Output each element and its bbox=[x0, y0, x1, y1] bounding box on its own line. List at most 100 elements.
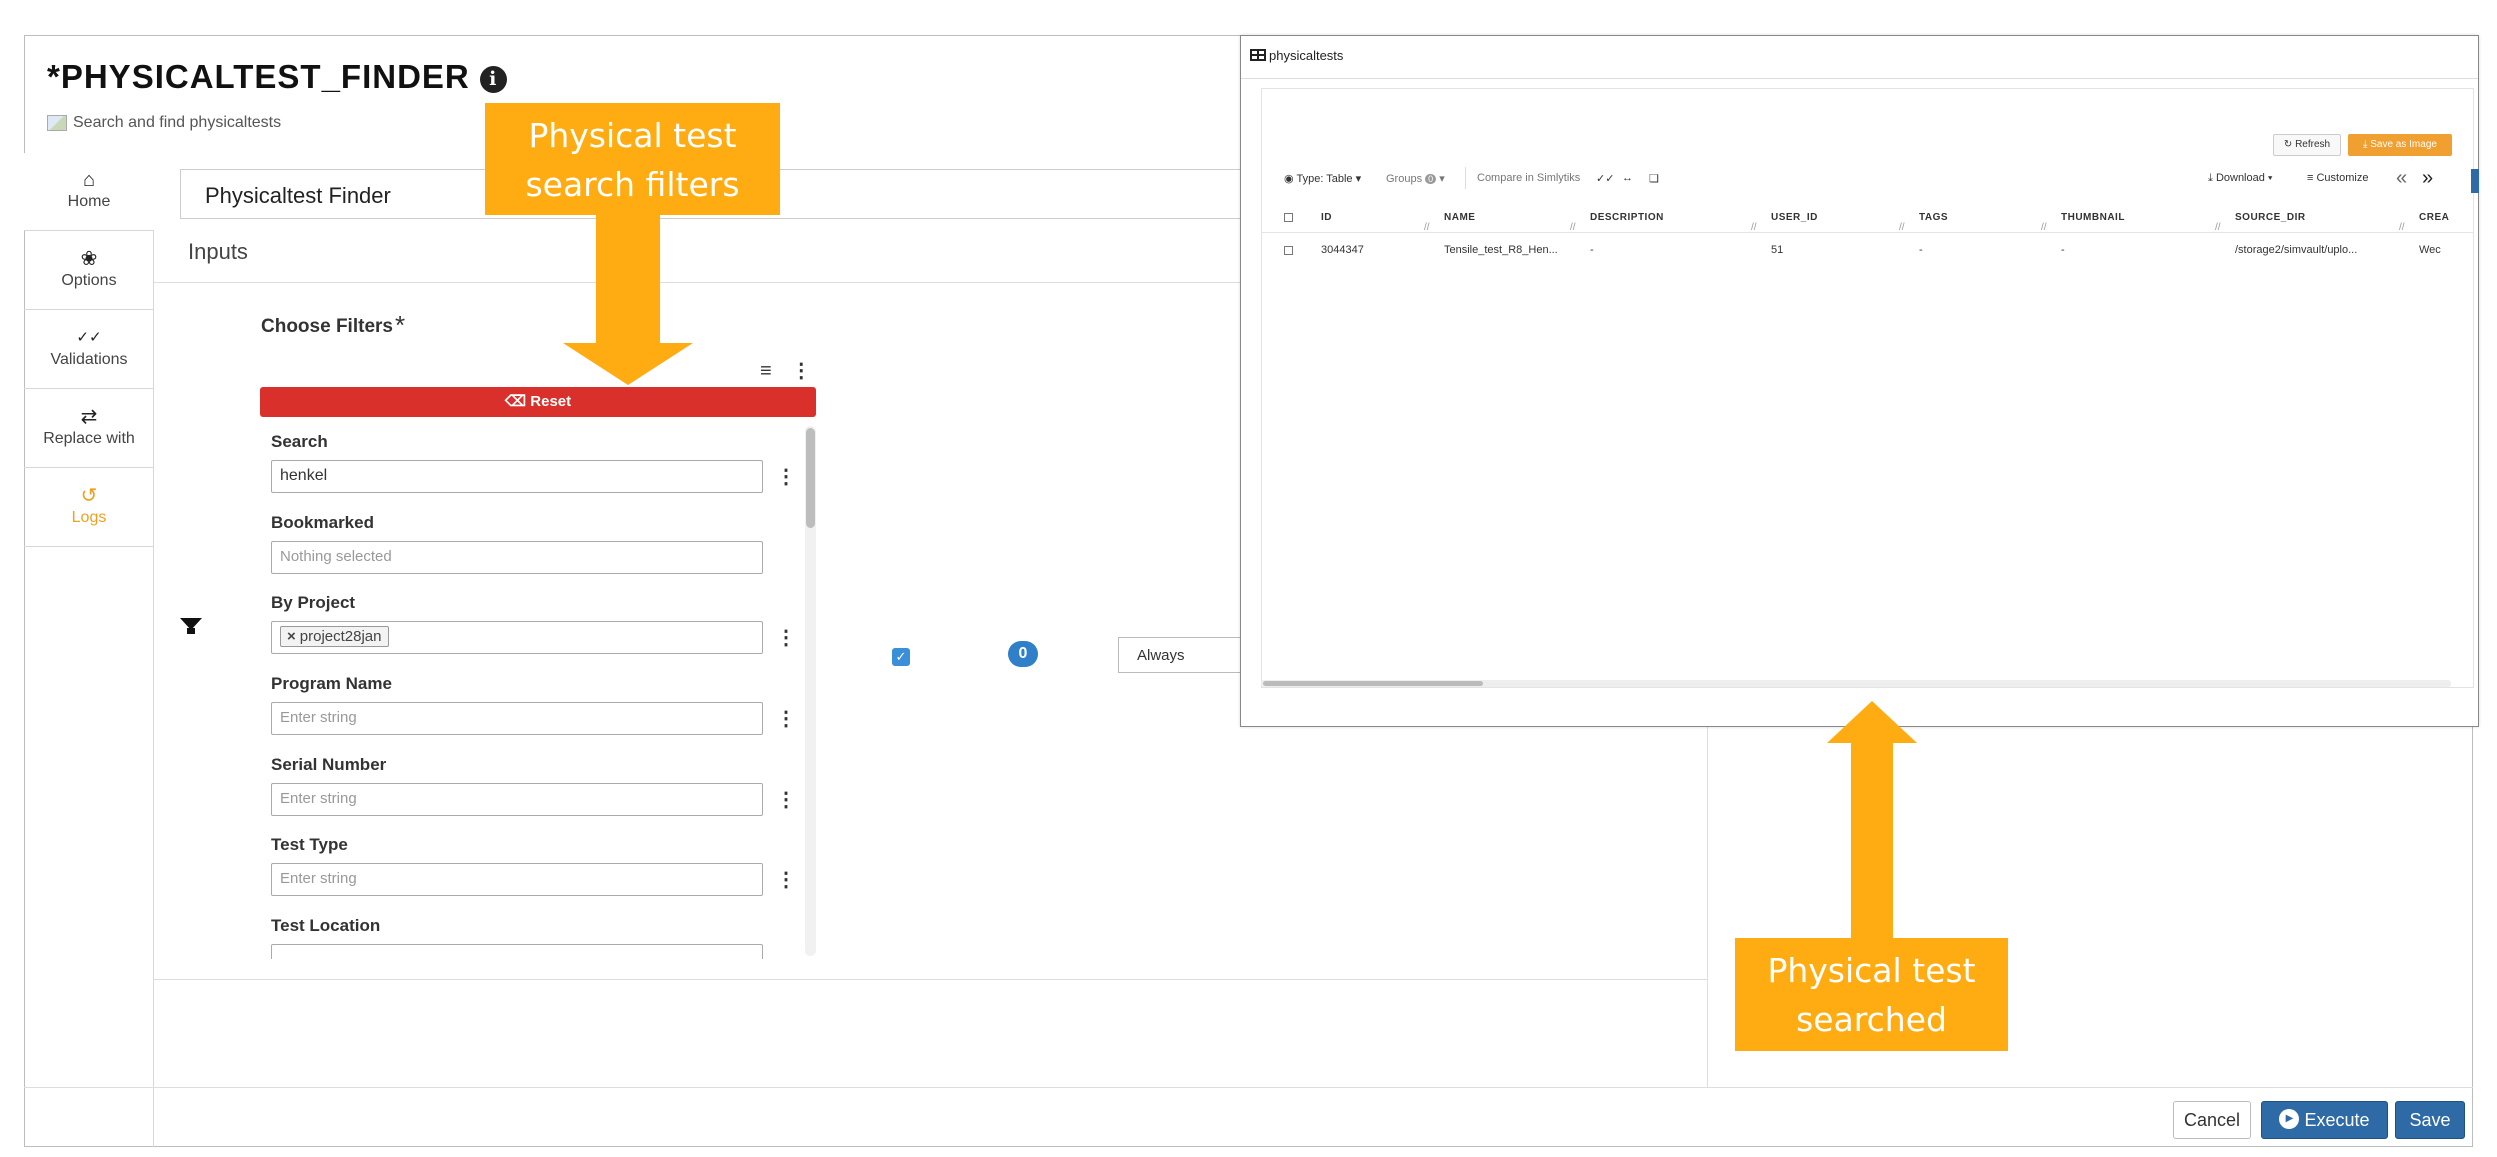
enabled-checkbox[interactable]: ✓ bbox=[892, 648, 910, 666]
eye-icon: ◉ bbox=[1284, 173, 1294, 185]
row-checkbox[interactable] bbox=[1284, 246, 1293, 255]
double-check-icon: ✓✓ bbox=[76, 329, 102, 346]
annotation-arrow-down bbox=[596, 215, 660, 343]
kebab-menu-icon[interactable]: ⋮ bbox=[776, 706, 796, 731]
project-select[interactable]: × project28jan bbox=[271, 621, 763, 654]
filter-label: Test Type bbox=[271, 835, 348, 854]
table-cell-thumbnail: - bbox=[2061, 244, 2065, 256]
results-window: physicaltests ↻ Refresh ⤓ Save as Image … bbox=[1240, 35, 2479, 727]
type-dropdown[interactable]: ◉ Type: Table ▾ bbox=[1284, 172, 1361, 185]
expand-horizontal-icon[interactable]: ↔ bbox=[1622, 172, 1633, 184]
sidebar-item-label: Home bbox=[67, 193, 111, 210]
reset-button[interactable]: ⌫ Reset bbox=[260, 387, 816, 417]
filter-panel: Search henkel ⋮ Bookmarked Nothing selec… bbox=[262, 424, 818, 959]
cancel-button[interactable]: Cancel bbox=[2173, 1101, 2251, 1139]
kebab-menu-icon[interactable]: ⋮ bbox=[791, 360, 811, 382]
column-header-description[interactable]: DESCRIPTION bbox=[1590, 212, 1664, 223]
divider bbox=[1261, 232, 2474, 233]
bookmarked-select[interactable]: Nothing selected bbox=[271, 541, 763, 574]
info-icon[interactable]: i bbox=[479, 65, 507, 93]
scroll-right-icon[interactable]: » bbox=[2422, 167, 2433, 190]
page-title-text: *PHYSICALTEST_FINDER bbox=[47, 58, 470, 95]
table-cell-tags: - bbox=[1919, 244, 1923, 256]
kebab-menu-icon[interactable]: ⋮ bbox=[776, 625, 796, 650]
choose-filters-text: Choose Filters bbox=[261, 316, 393, 337]
sidebar: ⌂ Home ❀ Options ✓✓ Validations ⇄ Replac… bbox=[24, 153, 154, 1147]
table-cell-id: 3044347 bbox=[1321, 244, 1364, 256]
horizontal-scrollbar-thumb[interactable] bbox=[1263, 681, 1483, 686]
caret-down-icon: ▾ bbox=[1439, 173, 1445, 185]
filter-label: Bookmarked bbox=[271, 513, 374, 532]
sidebar-item-replace-with[interactable]: ⇄ Replace with bbox=[24, 390, 154, 468]
sidebar-item-options[interactable]: ❀ Options bbox=[24, 232, 154, 310]
sidebar-item-label: Replace with bbox=[43, 430, 135, 447]
condition-select[interactable]: Always bbox=[1118, 637, 1248, 673]
column-header-id[interactable]: ID bbox=[1321, 212, 1332, 223]
kebab-menu-icon[interactable]: ⋮ bbox=[776, 464, 796, 489]
sidebar-item-logs[interactable]: ↺ Logs bbox=[24, 469, 154, 547]
compare-in-simlytiks-button[interactable]: Compare in Simlytiks bbox=[1477, 172, 1580, 184]
project-chip[interactable]: × project28jan bbox=[280, 626, 389, 647]
double-check-icon[interactable]: ✓✓ bbox=[1596, 172, 1614, 185]
table-icon bbox=[1250, 49, 1266, 61]
select-all-checkbox[interactable] bbox=[1284, 213, 1293, 222]
sidebar-item-home[interactable]: ⌂ Home bbox=[24, 153, 154, 231]
save-as-image-label: Save as Image bbox=[2370, 139, 2437, 150]
column-header-created[interactable]: CREA bbox=[2419, 212, 2449, 223]
table-cell-name[interactable]: Tensile_test_R8_Hen... bbox=[1444, 244, 1558, 256]
results-window-title: physicaltests bbox=[1250, 48, 1343, 63]
customize-button[interactable]: ≡ Customize bbox=[2307, 172, 2368, 184]
sidebar-item-validations[interactable]: ✓✓ Validations bbox=[24, 311, 154, 389]
list-icon: ≡ bbox=[2307, 172, 2314, 184]
scrollbar-thumb[interactable] bbox=[806, 428, 815, 528]
execute-label: Execute bbox=[2304, 1110, 2370, 1130]
play-icon: ▶ bbox=[2279, 1109, 2300, 1130]
annotation-search-filters: Physical test search filters bbox=[485, 103, 780, 215]
download-icon: ⤓ bbox=[2208, 172, 2213, 184]
history-icon: ↺ bbox=[80, 485, 98, 507]
annotation-arrow-up bbox=[1851, 743, 1893, 938]
divider bbox=[154, 979, 1708, 980]
column-header-thumbnail[interactable]: THUMBNAIL bbox=[2061, 212, 2125, 223]
column-header-source-dir[interactable]: SOURCE_DIR bbox=[2235, 212, 2306, 223]
gear-icon: ❀ bbox=[80, 248, 98, 270]
annotation-line: Physical test bbox=[1767, 951, 1976, 990]
serial-number-input[interactable]: Enter string bbox=[271, 783, 763, 816]
download-dropdown[interactable]: ⤓ Download ▾ bbox=[2208, 172, 2273, 185]
table-cell-user-id: 51 bbox=[1771, 244, 1784, 256]
copy-icon[interactable]: ❏ bbox=[1649, 172, 1659, 185]
caret-down-icon: ▾ bbox=[2267, 172, 2273, 184]
filter-label: Test Location bbox=[271, 916, 381, 935]
chip-label: project28jan bbox=[299, 628, 382, 645]
column-header-name[interactable]: NAME bbox=[1444, 212, 1475, 223]
page-title: *PHYSICALTEST_FINDER i bbox=[47, 58, 507, 96]
sidebar-item-label: Options bbox=[61, 272, 117, 289]
divider bbox=[24, 1087, 2473, 1088]
test-location-input[interactable] bbox=[271, 944, 763, 959]
groups-dropdown[interactable]: Groups 0 ▾ bbox=[1386, 172, 1445, 185]
kebab-menu-icon[interactable]: ⋮ bbox=[776, 867, 796, 892]
sliders-icon[interactable]: ≡ bbox=[760, 360, 772, 382]
save-as-image-button[interactable]: ⤓ Save as Image bbox=[2348, 134, 2452, 156]
test-type-input[interactable]: Enter string bbox=[271, 863, 763, 896]
column-header-tags[interactable]: TAGS bbox=[1919, 212, 1948, 223]
swap-arrows-icon: ⇄ bbox=[80, 406, 98, 428]
customize-label: Customize bbox=[2316, 172, 2369, 184]
kebab-menu-icon[interactable]: ⋮ bbox=[776, 787, 796, 812]
execute-button[interactable]: ▶ Execute bbox=[2261, 1101, 2388, 1139]
program-name-input[interactable]: Enter string bbox=[271, 702, 763, 735]
column-header-user-id[interactable]: USER_ID bbox=[1771, 212, 1818, 223]
close-icon[interactable]: × bbox=[287, 628, 296, 645]
search-input[interactable]: henkel bbox=[271, 460, 763, 493]
eraser-icon: ⌫ bbox=[504, 393, 527, 410]
side-tab[interactable] bbox=[2471, 169, 2479, 193]
save-button[interactable]: Save bbox=[2395, 1101, 2465, 1139]
scroll-left-icon[interactable]: « bbox=[2396, 167, 2407, 190]
annotation-line: search filters bbox=[525, 165, 740, 204]
toolbar-separator bbox=[1465, 167, 1466, 189]
refresh-button[interactable]: ↻ Refresh bbox=[2273, 134, 2341, 156]
annotation-searched: Physical test searched bbox=[1735, 938, 2008, 1051]
reset-label: Reset bbox=[530, 393, 572, 410]
page-subtitle-text: Search and find physicaltests bbox=[73, 114, 282, 131]
annotation-line: Physical test bbox=[528, 116, 737, 155]
